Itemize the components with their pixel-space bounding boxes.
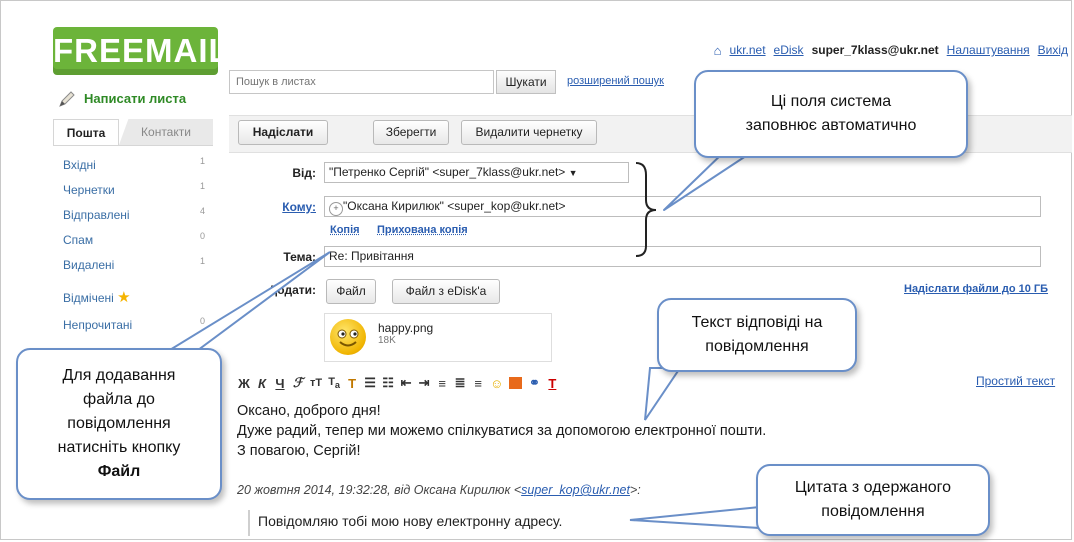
callout-attach-file: Для додавання файла до повідомлення нати… bbox=[16, 348, 222, 500]
callout-line: Для додавання bbox=[62, 367, 176, 384]
callout-line: Текст відповіді на bbox=[691, 314, 823, 331]
pointer-attach bbox=[156, 251, 331, 357]
callout-reply-text: Текст відповіді на повідомлення bbox=[657, 298, 857, 372]
callout-line: повідомлення bbox=[705, 338, 809, 355]
callout-line: Ці поля система bbox=[770, 93, 892, 110]
callout-line: повідомлення bbox=[821, 503, 925, 520]
pointer-auto-fields bbox=[663, 149, 756, 211]
pointer-reply bbox=[644, 367, 682, 421]
callout-bold-line: Файл bbox=[97, 463, 141, 480]
callout-line: заповнює автоматично bbox=[745, 117, 917, 134]
callout-auto-fields: Ці поля система заповнює автоматично bbox=[694, 70, 968, 158]
callout-quote: Цитата з одержаного повідомлення bbox=[756, 464, 990, 536]
callout-line: натисніть кнопку bbox=[57, 439, 181, 456]
callout-line: повідомлення bbox=[67, 415, 171, 432]
callout-line: файла до bbox=[83, 391, 155, 408]
brace-shape bbox=[635, 162, 657, 257]
pointer-quote bbox=[629, 505, 761, 530]
callout-line: Цитата з одержаного bbox=[794, 479, 952, 496]
